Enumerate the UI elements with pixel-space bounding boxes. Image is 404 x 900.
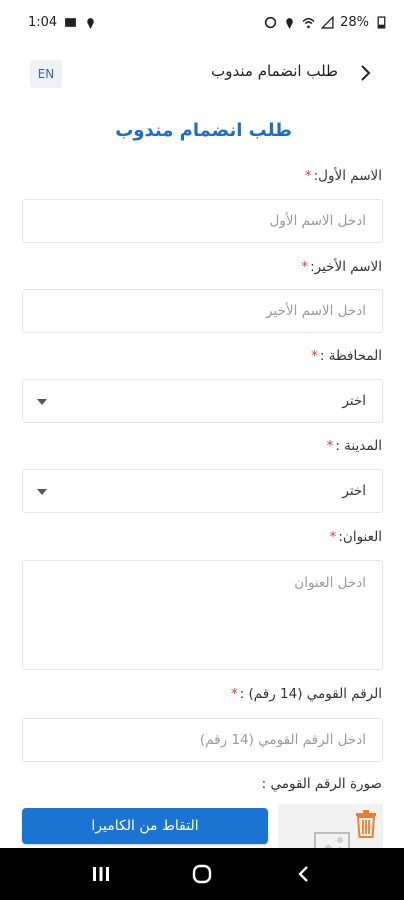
back-arrow-icon [361,65,371,81]
id-photo-label: صورة الرقم القومي : [261,776,382,792]
dropdown-caret-icon [37,489,47,495]
recents-icon [92,867,109,881]
address-textarea[interactable]: ادخل العنوان [22,560,383,670]
national-id-input[interactable]: ادخل الرقم القومي (14 رقم) [22,718,383,762]
gallery-icon [65,17,77,27]
national-id-label: الرقم القومي (14 رقم) :* [230,686,382,702]
back-button[interactable] [356,62,376,84]
last-name-input[interactable]: ادخل الاسم الأخير [22,289,383,333]
governorate-label: المحافظة :* [311,348,382,364]
governorate-select[interactable]: اختر [22,379,383,423]
address-label: العنوان:* [329,529,382,545]
city-select[interactable]: اختر [22,469,383,513]
status-left: 1:04 [28,15,97,30]
system-nav-bar [0,848,404,900]
status-time: 1:04 [28,14,58,30]
dropdown-caret-icon [37,399,47,405]
wifi-icon [302,17,315,28]
last-name-label: الاسم الأخير:* [301,259,382,275]
home-button[interactable] [184,856,220,892]
form-title: طلب انضمام مندوب [115,120,292,141]
location-icon [87,17,94,29]
back-icon [298,866,309,882]
language-toggle-button[interactable]: EN [30,60,62,88]
trash-icon[interactable] [354,810,378,838]
app-bar-title: طلب انضمام مندوب [211,62,338,80]
home-icon [192,864,212,884]
status-bar: 1:04 28% [0,0,404,44]
battery-icon [377,15,386,29]
first-name-input[interactable]: ادخل الاسم الأول [22,199,383,243]
location-icon [286,17,293,29]
app-bar: EN طلب انضمام مندوب [0,44,404,102]
alarm-icon [264,16,277,28]
city-label: المدينة :* [326,438,382,454]
join-form: طلب انضمام مندوب الاسم الأول:* ادخل الاس… [0,102,404,850]
recents-button[interactable] [83,856,119,892]
system-back-button[interactable] [285,856,321,892]
signal-icon [321,15,334,29]
first-name-label: الاسم الأول:* [304,168,382,184]
status-right: 28% [264,15,388,30]
battery-level: 28% [340,14,369,30]
capture-from-camera-button[interactable]: التقاط من الكاميرا [22,808,268,844]
